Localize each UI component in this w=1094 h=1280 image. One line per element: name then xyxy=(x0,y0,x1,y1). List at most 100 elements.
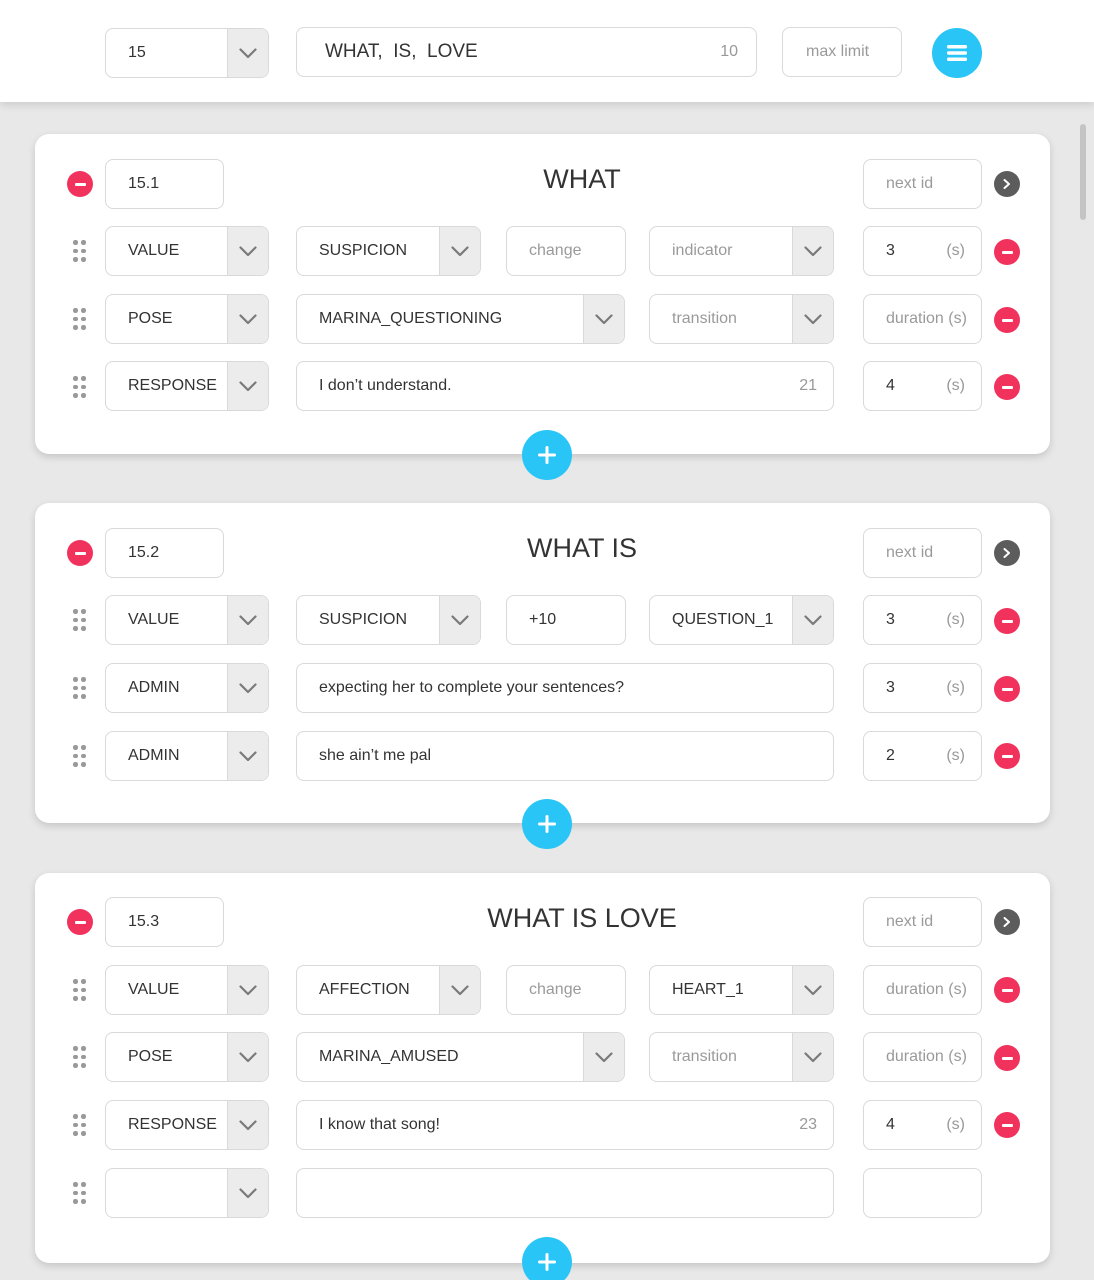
chevron-down-icon[interactable] xyxy=(583,1033,624,1081)
row-type-select[interactable]: VALUE xyxy=(105,965,269,1015)
change-input[interactable]: +10 xyxy=(506,595,626,645)
duration-input[interactable]: duration (s) xyxy=(863,294,982,344)
stat-select[interactable]: AFFECTION xyxy=(296,965,481,1015)
chevron-down-icon[interactable] xyxy=(227,966,268,1014)
transition-select[interactable]: transition xyxy=(649,1032,834,1082)
drag-handle-icon[interactable] xyxy=(73,609,87,631)
line-id-input[interactable]: 15.2 xyxy=(105,528,224,578)
remove-row-button[interactable] xyxy=(994,743,1020,769)
indicator-select[interactable]: HEART_1 xyxy=(649,965,834,1015)
admin-text-input[interactable]: expecting her to complete your sentences… xyxy=(296,663,834,713)
row-type-select[interactable]: VALUE xyxy=(105,595,269,645)
add-row-button[interactable] xyxy=(522,430,572,480)
row-type-select[interactable]: RESPONSE xyxy=(105,1100,269,1150)
remove-row-button[interactable] xyxy=(994,977,1020,1003)
scrollbar[interactable] xyxy=(1080,124,1086,220)
row-type-select[interactable]: ADMIN xyxy=(105,731,269,781)
go-next-button[interactable] xyxy=(994,540,1020,566)
duration-input[interactable]: 3 (s) xyxy=(863,226,982,276)
drag-handle-icon[interactable] xyxy=(73,1182,87,1204)
chevron-down-icon[interactable] xyxy=(227,1033,268,1081)
stat-select[interactable]: SUSPICION xyxy=(296,226,481,276)
row-type-select[interactable]: VALUE xyxy=(105,226,269,276)
chevron-down-icon[interactable] xyxy=(227,596,268,644)
indicator-select[interactable]: QUESTION_1 xyxy=(649,595,834,645)
remove-row-button[interactable] xyxy=(994,608,1020,634)
drag-handle-icon[interactable] xyxy=(73,308,87,330)
row-type-select[interactable]: ADMIN xyxy=(105,663,269,713)
response-text-input[interactable]: I don’t understand. 21 xyxy=(296,361,834,411)
scene-select[interactable]: 15 xyxy=(105,28,269,78)
next-id-input[interactable]: next id xyxy=(863,897,982,947)
menu-button[interactable] xyxy=(932,28,982,78)
duration-placeholder: duration (s) xyxy=(886,981,967,998)
chevron-down-icon[interactable] xyxy=(792,1033,833,1081)
remove-row-button[interactable] xyxy=(994,1045,1020,1071)
duration-input[interactable] xyxy=(863,1168,982,1218)
remove-row-button[interactable] xyxy=(994,239,1020,265)
chevron-down-icon[interactable] xyxy=(227,227,268,275)
chevron-down-icon[interactable] xyxy=(227,664,268,712)
chevron-down-icon[interactable] xyxy=(227,295,268,343)
duration-input[interactable]: 3 (s) xyxy=(863,595,982,645)
next-id-input[interactable]: next id xyxy=(863,528,982,578)
chevron-down-icon[interactable] xyxy=(439,966,480,1014)
chevron-down-icon[interactable] xyxy=(792,227,833,275)
add-row-button[interactable] xyxy=(522,1237,572,1280)
drag-handle-icon[interactable] xyxy=(73,376,87,398)
max-limit-input[interactable]: max limit xyxy=(782,27,902,77)
chevron-down-icon[interactable] xyxy=(792,295,833,343)
drag-handle-icon[interactable] xyxy=(73,745,87,767)
drag-handle-icon[interactable] xyxy=(73,979,87,1001)
duration-input[interactable]: 2 (s) xyxy=(863,731,982,781)
remove-card-button[interactable] xyxy=(67,909,93,935)
pose-select[interactable]: MARINA_QUESTIONING xyxy=(296,294,625,344)
next-id-input[interactable]: next id xyxy=(863,159,982,209)
duration-input[interactable]: 4 (s) xyxy=(863,361,982,411)
duration-input[interactable]: duration (s) xyxy=(863,965,982,1015)
remove-row-button[interactable] xyxy=(994,1112,1020,1138)
remove-card-button[interactable] xyxy=(67,171,93,197)
response-char-count: 23 xyxy=(799,1116,817,1133)
remove-card-button[interactable] xyxy=(67,540,93,566)
transition-select[interactable]: transition xyxy=(649,294,834,344)
drag-handle-icon[interactable] xyxy=(73,1114,87,1136)
chevron-down-icon[interactable] xyxy=(227,1169,268,1217)
chevron-down-icon[interactable] xyxy=(792,966,833,1014)
remove-row-button[interactable] xyxy=(994,307,1020,333)
indicator-select[interactable]: indicator xyxy=(649,226,834,276)
stat-select[interactable]: SUSPICION xyxy=(296,595,481,645)
row-type-select[interactable]: POSE xyxy=(105,1032,269,1082)
admin-text-input[interactable]: she ain’t me pal xyxy=(296,731,834,781)
go-next-button[interactable] xyxy=(994,909,1020,935)
duration-input[interactable]: 3 (s) xyxy=(863,663,982,713)
change-input[interactable]: change xyxy=(506,965,626,1015)
add-row-button[interactable] xyxy=(522,799,572,849)
chevron-down-icon[interactable] xyxy=(439,227,480,275)
chevron-down-icon[interactable] xyxy=(792,596,833,644)
chevron-down-icon[interactable] xyxy=(227,1101,268,1149)
change-input[interactable]: change xyxy=(506,226,626,276)
response-text-input[interactable]: I know that song! 23 xyxy=(296,1100,834,1150)
line-id-input[interactable]: 15.3 xyxy=(105,897,224,947)
chevron-down-icon[interactable] xyxy=(227,29,268,77)
row-type-select[interactable] xyxy=(105,1168,269,1218)
remove-row-button[interactable] xyxy=(994,374,1020,400)
scene-title-input[interactable]: WHAT, IS, LOVE 10 xyxy=(296,27,757,77)
remove-row-button[interactable] xyxy=(994,676,1020,702)
row-type-select[interactable]: RESPONSE xyxy=(105,361,269,411)
drag-handle-icon[interactable] xyxy=(73,677,87,699)
chevron-down-icon[interactable] xyxy=(439,596,480,644)
duration-input[interactable]: duration (s) xyxy=(863,1032,982,1082)
drag-handle-icon[interactable] xyxy=(73,1046,87,1068)
line-id-input[interactable]: 15.1 xyxy=(105,159,224,209)
go-next-button[interactable] xyxy=(994,171,1020,197)
duration-input[interactable]: 4 (s) xyxy=(863,1100,982,1150)
chevron-down-icon[interactable] xyxy=(583,295,624,343)
row-text-input[interactable] xyxy=(296,1168,834,1218)
chevron-down-icon[interactable] xyxy=(227,362,268,410)
row-type-select[interactable]: POSE xyxy=(105,294,269,344)
chevron-down-icon[interactable] xyxy=(227,732,268,780)
drag-handle-icon[interactable] xyxy=(73,240,87,262)
pose-select[interactable]: MARINA_AMUSED xyxy=(296,1032,625,1082)
